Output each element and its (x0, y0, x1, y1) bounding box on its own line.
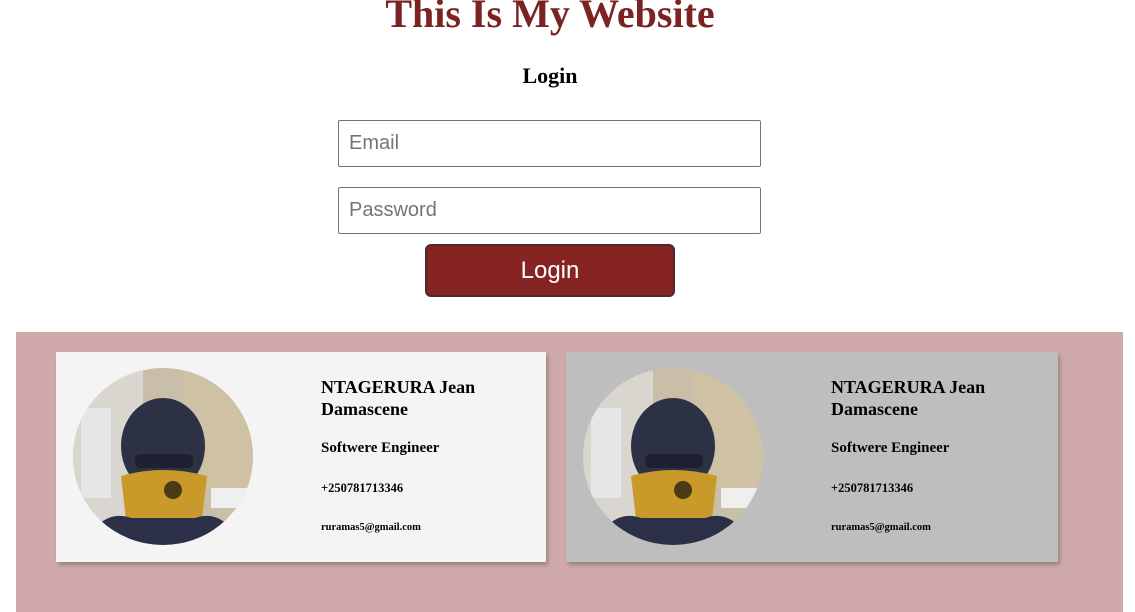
profile-role: Softwere Engineer (831, 440, 950, 456)
site-title: This Is My Website (385, 0, 715, 36)
profile-photo (583, 368, 763, 545)
profile-phone: +250781713346 (321, 481, 404, 495)
login-button[interactable]: Login (425, 244, 675, 297)
email-field[interactable] (338, 120, 761, 167)
page: This Is My Website Login Login NTAGERURA… (0, 0, 1135, 612)
profile-card: NTAGERURA Jean Damascene Softwere Engine… (566, 352, 1058, 562)
password-field[interactable] (338, 187, 761, 234)
profile-email: ruramas5@gmail.com (321, 522, 421, 533)
profile-card: NTAGERURA Jean Damascene Softwere Engine… (56, 352, 546, 562)
login-heading: Login (522, 63, 578, 88)
profile-name: NTAGERURA Jean Damascene (321, 377, 476, 419)
profile-photo (73, 368, 253, 545)
profile-phone: +250781713346 (831, 481, 914, 495)
profile-email: ruramas5@gmail.com (831, 522, 931, 533)
profile-role: Softwere Engineer (321, 440, 440, 456)
profile-name: NTAGERURA Jean Damascene (831, 377, 986, 419)
